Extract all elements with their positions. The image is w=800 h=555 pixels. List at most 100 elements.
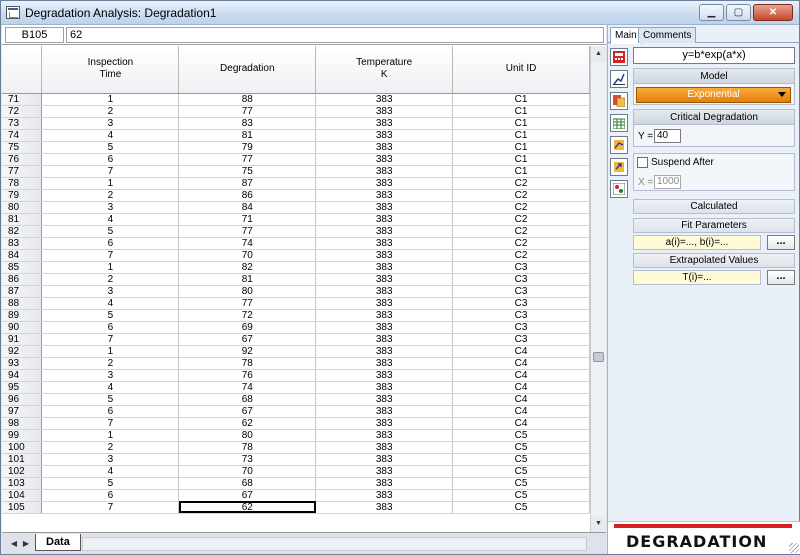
close-button[interactable]: ✕ — [753, 4, 793, 21]
row-number[interactable]: 87 — [2, 285, 43, 298]
cell-unit-id[interactable]: C5 — [452, 441, 590, 454]
cell-unit-id[interactable]: C4 — [452, 417, 590, 430]
cell-inspection-time[interactable]: 1 — [41, 177, 180, 190]
cell-inspection-time[interactable]: 3 — [41, 285, 180, 298]
data-grid[interactable]: Inspection Time Degradation Temperature … — [2, 46, 590, 554]
cell-degradation[interactable]: 80 — [178, 285, 317, 298]
cell-degradation[interactable]: 62 — [178, 417, 317, 430]
scroll-down-icon[interactable]: ▼ — [591, 516, 606, 532]
cell-inspection-time[interactable]: 1 — [41, 429, 180, 442]
cell-temperature[interactable]: 383 — [315, 93, 454, 106]
cell-unit-id[interactable]: C1 — [452, 105, 590, 118]
row-number[interactable]: 95 — [2, 381, 43, 394]
cell-degradation[interactable]: 74 — [178, 237, 317, 250]
cell-inspection-time[interactable]: 2 — [41, 441, 180, 454]
row-number[interactable]: 84 — [2, 249, 43, 262]
row-number[interactable]: 94 — [2, 369, 43, 382]
cell-unit-id[interactable]: C3 — [452, 261, 590, 274]
cell-unit-id[interactable]: C2 — [452, 213, 590, 226]
column-header-temperature[interactable]: Temperature K — [315, 46, 454, 94]
cell-temperature[interactable]: 383 — [315, 129, 454, 142]
cell-temperature[interactable]: 383 — [315, 213, 454, 226]
cell-inspection-time[interactable]: 4 — [41, 129, 180, 142]
cell-temperature[interactable]: 383 — [315, 225, 454, 238]
cell-unit-id[interactable]: C1 — [452, 153, 590, 166]
cell-inspection-time[interactable]: 1 — [41, 345, 180, 358]
cell-degradation[interactable]: 79 — [178, 141, 317, 154]
cell-degradation[interactable]: 67 — [178, 405, 317, 418]
cell-temperature[interactable]: 383 — [315, 165, 454, 178]
cell-temperature[interactable]: 383 — [315, 417, 454, 430]
cell-temperature[interactable]: 383 — [315, 441, 454, 454]
row-number[interactable]: 76 — [2, 153, 43, 166]
column-header-inspection-time[interactable]: Inspection Time — [41, 46, 180, 94]
cell-unit-id[interactable]: C3 — [452, 285, 590, 298]
row-number[interactable]: 105 — [2, 501, 43, 514]
corner-header[interactable] — [2, 46, 43, 94]
row-number[interactable]: 104 — [2, 489, 43, 502]
cell-temperature[interactable]: 383 — [315, 453, 454, 466]
row-number[interactable]: 75 — [2, 141, 43, 154]
extrapolated-values-button[interactable]: ... — [767, 270, 795, 285]
cell-inspection-time[interactable]: 3 — [41, 201, 180, 214]
cell-degradation[interactable]: 75 — [178, 165, 317, 178]
row-number[interactable]: 90 — [2, 321, 43, 334]
cell-degradation[interactable]: 72 — [178, 309, 317, 322]
column-header-degradation[interactable]: Degradation — [178, 46, 317, 94]
cell-temperature[interactable]: 383 — [315, 201, 454, 214]
cell-reference-box[interactable]: B105 — [5, 27, 64, 43]
cell-unit-id[interactable]: C2 — [452, 189, 590, 202]
cell-degradation[interactable]: 77 — [178, 225, 317, 238]
row-number[interactable]: 101 — [2, 453, 43, 466]
cell-temperature[interactable]: 383 — [315, 153, 454, 166]
row-number[interactable]: 81 — [2, 213, 43, 226]
cell-unit-id[interactable]: C4 — [452, 357, 590, 370]
cell-unit-id[interactable]: C1 — [452, 165, 590, 178]
cell-temperature[interactable]: 383 — [315, 333, 454, 346]
cell-degradation[interactable]: 87 — [178, 177, 317, 190]
transfer-button[interactable] — [610, 136, 628, 154]
cell-degradation[interactable]: 81 — [178, 273, 317, 286]
row-number[interactable]: 79 — [2, 189, 43, 202]
row-number[interactable]: 85 — [2, 261, 43, 274]
cell-unit-id[interactable]: C1 — [452, 129, 590, 142]
cell-unit-id[interactable]: C2 — [452, 201, 590, 214]
cell-unit-id[interactable]: C5 — [452, 465, 590, 478]
x-input[interactable]: 1000 — [654, 175, 681, 189]
cell-temperature[interactable]: 383 — [315, 249, 454, 262]
row-number[interactable]: 86 — [2, 273, 43, 286]
cell-inspection-time[interactable]: 6 — [41, 405, 180, 418]
cell-inspection-time[interactable]: 2 — [41, 357, 180, 370]
scroll-up-icon[interactable]: ▲ — [591, 46, 606, 62]
row-number[interactable]: 99 — [2, 429, 43, 442]
cell-degradation[interactable]: 69 — [178, 321, 317, 334]
report-button[interactable] — [610, 92, 628, 110]
cell-degradation[interactable]: 76 — [178, 369, 317, 382]
cell-inspection-time[interactable]: 7 — [41, 165, 180, 178]
cell-degradation[interactable]: 68 — [178, 393, 317, 406]
sheet-next-icon[interactable]: ▶ — [20, 537, 32, 550]
cell-degradation[interactable]: 74 — [178, 381, 317, 394]
cell-inspection-time[interactable]: 5 — [41, 393, 180, 406]
y-input[interactable]: 40 — [654, 129, 681, 143]
cell-degradation[interactable]: 67 — [178, 333, 317, 346]
cell-temperature[interactable]: 383 — [315, 405, 454, 418]
cell-inspection-time[interactable]: 4 — [41, 465, 180, 478]
cell-temperature[interactable]: 383 — [315, 381, 454, 394]
plot-button[interactable] — [610, 70, 628, 88]
sheet-tab-data[interactable]: Data — [35, 534, 81, 551]
cell-unit-id[interactable]: C2 — [452, 237, 590, 250]
cell-inspection-time[interactable]: 4 — [41, 381, 180, 394]
model-dropdown[interactable]: Exponential — [636, 87, 791, 103]
cell-temperature[interactable]: 383 — [315, 345, 454, 358]
row-number[interactable]: 102 — [2, 465, 43, 478]
cell-unit-id[interactable]: C3 — [452, 273, 590, 286]
fit-parameters-button[interactable]: ... — [767, 235, 795, 250]
row-number[interactable]: 74 — [2, 129, 43, 142]
row-number[interactable]: 103 — [2, 477, 43, 490]
cell-temperature[interactable]: 383 — [315, 177, 454, 190]
cell-degradation[interactable]: 62 — [178, 501, 317, 514]
horizontal-scrollbar[interactable] — [82, 537, 587, 551]
export-button[interactable] — [610, 158, 628, 176]
cell-unit-id[interactable]: C5 — [452, 429, 590, 442]
